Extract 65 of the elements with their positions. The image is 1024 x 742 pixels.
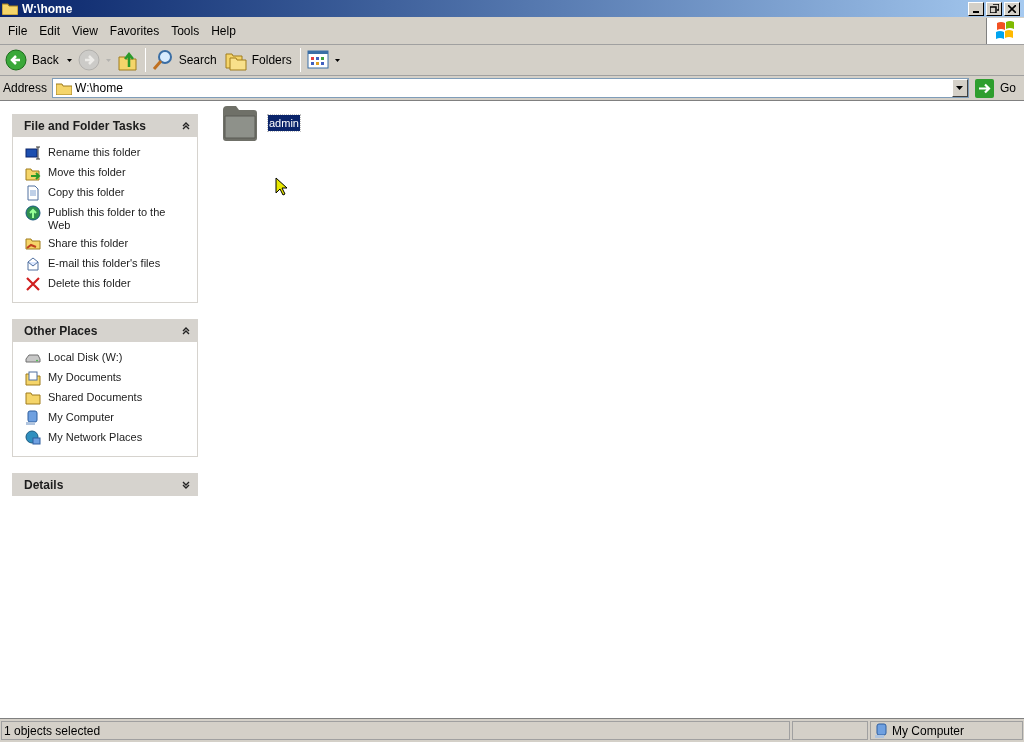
- task-link[interactable]: Publish this folder to the Web: [48, 205, 178, 232]
- folder-icon: [2, 2, 18, 15]
- panel-header[interactable]: Other Places: [12, 319, 198, 342]
- minimize-icon: [973, 10, 979, 13]
- panel-header[interactable]: File and Folder Tasks: [12, 114, 198, 137]
- menu-item[interactable]: Help: [205, 20, 242, 41]
- go-button[interactable]: Go: [972, 77, 1021, 99]
- back-button[interactable]: Back: [3, 46, 74, 74]
- shared-folder-icon: [25, 236, 41, 252]
- task-link[interactable]: Move this folder: [48, 165, 178, 179]
- menu-item[interactable]: View: [66, 20, 104, 41]
- caret-icon: [334, 58, 340, 62]
- folder-icon: [56, 81, 73, 95]
- task-link[interactable]: Copy this folder: [48, 185, 178, 199]
- address-label: Address: [3, 80, 49, 97]
- address-field[interactable]: W:\home: [52, 78, 969, 98]
- close-icon: [1008, 4, 1016, 13]
- chevron-down-icon: [182, 480, 190, 489]
- task-link[interactable]: Rename this folder: [48, 145, 178, 159]
- task-link[interactable]: My Documents: [48, 370, 178, 384]
- task-link[interactable]: Local Disk (W:): [48, 350, 178, 364]
- caret-icon: [66, 58, 72, 62]
- chevron-up-icon: [182, 121, 190, 130]
- documents-folder-icon: [25, 370, 41, 386]
- address-value: W:\home: [75, 80, 124, 97]
- panel-header[interactable]: Details: [12, 473, 198, 496]
- menu-item[interactable]: File: [2, 20, 34, 41]
- folders-button[interactable]: Folders: [222, 46, 296, 74]
- windows-logo-icon: [994, 20, 1017, 41]
- task-link[interactable]: My Network Places: [48, 430, 178, 444]
- delete-icon: [25, 276, 41, 292]
- envelope-icon: [25, 256, 41, 272]
- menu-item[interactable]: Edit: [33, 20, 67, 41]
- task-link[interactable]: Delete this folder: [48, 276, 178, 290]
- task-link[interactable]: Share this folder: [48, 236, 178, 250]
- folder-icon: [25, 390, 41, 406]
- views-icon: [306, 49, 329, 71]
- status-text: 1 objects selected: [1, 721, 790, 740]
- folder-icon[interactable]: [220, 104, 260, 142]
- chevron-up-icon: [182, 326, 190, 335]
- task-link[interactable]: Shared Documents: [48, 390, 178, 404]
- computer-icon: [25, 410, 41, 426]
- file-label[interactable]: admin: [268, 114, 300, 132]
- restore-button[interactable]: [986, 1, 1002, 16]
- menu-item[interactable]: Favorites: [103, 20, 166, 41]
- computer-icon: [874, 722, 888, 739]
- window-title: W:\home: [22, 0, 74, 18]
- search-icon: [151, 49, 174, 71]
- search-button[interactable]: Search: [149, 46, 221, 74]
- globe-icon: [25, 205, 41, 221]
- dropdown-button[interactable]: [952, 79, 968, 97]
- network-globe-icon: [25, 430, 41, 446]
- move-folder-icon: [25, 165, 41, 181]
- caret-icon: [956, 86, 964, 90]
- caret-icon: [105, 58, 111, 62]
- document-icon: [25, 185, 41, 201]
- minimize-button[interactable]: [968, 1, 984, 16]
- close-button[interactable]: [1004, 1, 1020, 16]
- restore-icon: [989, 4, 999, 13]
- zone-label: My Computer: [892, 722, 965, 740]
- menu-item[interactable]: Tools: [165, 20, 206, 41]
- task-link[interactable]: E-mail this folder's files: [48, 256, 178, 270]
- rename-icon: [25, 145, 41, 161]
- mouse-pointer-icon: [275, 177, 288, 197]
- task-link[interactable]: My Computer: [48, 410, 178, 424]
